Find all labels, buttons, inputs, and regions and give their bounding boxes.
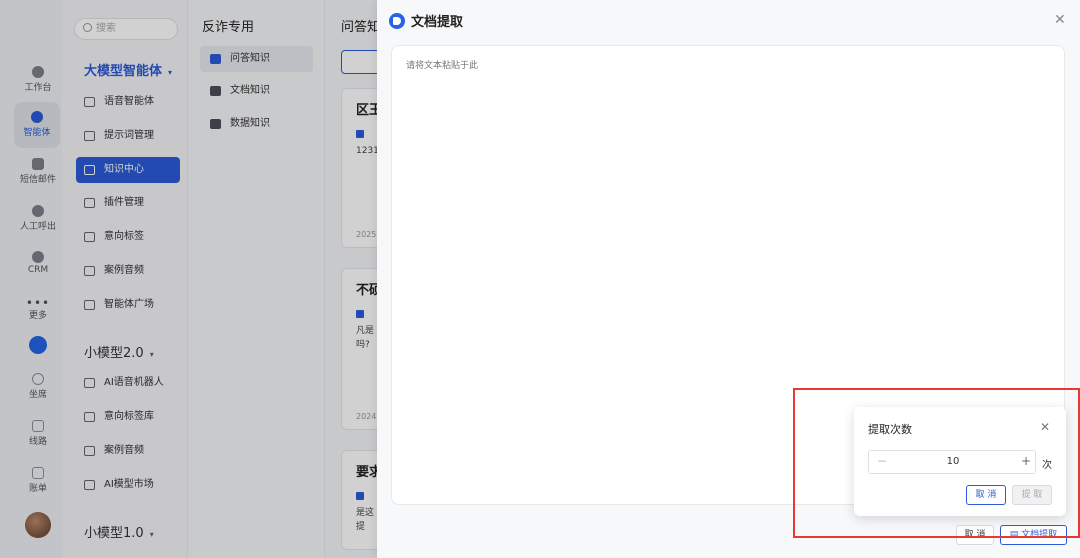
close-icon[interactable]: ✕ bbox=[1054, 12, 1066, 28]
drawer-title: 文档提取 bbox=[389, 13, 463, 32]
highlight-box bbox=[793, 388, 1080, 538]
doc-logo-icon bbox=[389, 13, 405, 29]
